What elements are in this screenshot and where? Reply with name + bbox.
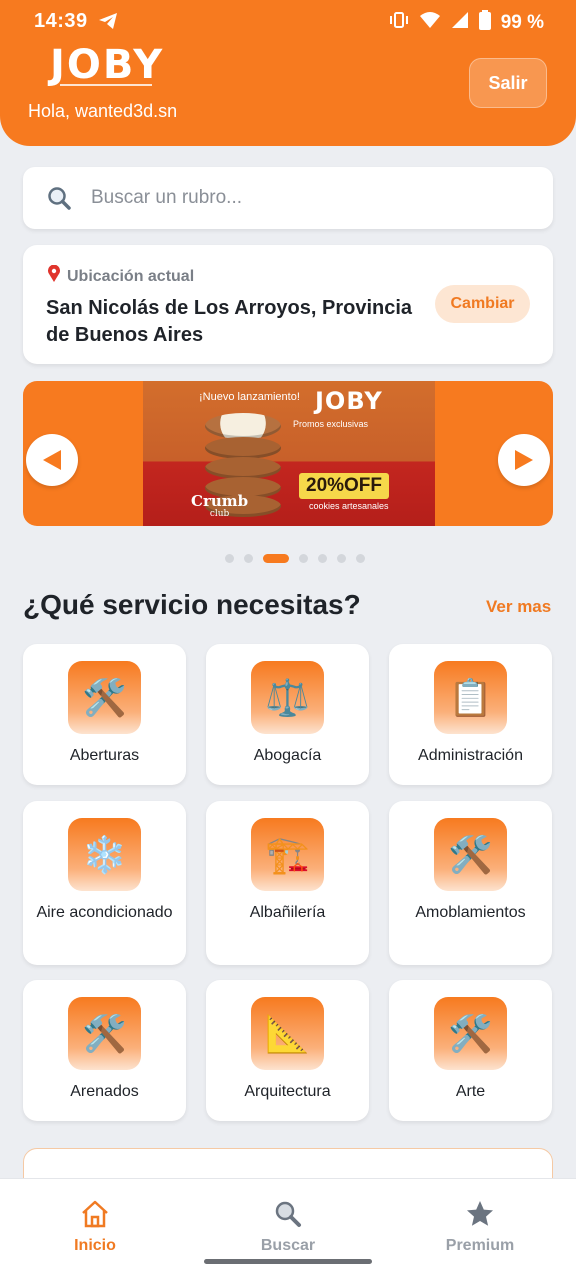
signal-icon [451,11,469,35]
carousel-dot[interactable] [244,554,253,563]
clipboard-icon: 📋 [434,661,507,734]
location-label-row: Ubicación actual [47,264,195,288]
carousel-prev-button[interactable] [26,434,78,486]
cookie-image [205,457,281,479]
service-label: Aberturas [69,747,140,764]
carousel-dot[interactable] [225,554,234,563]
carousel-dots [225,554,365,563]
scales-icon: ⚖️ [251,661,324,734]
carousel-dot[interactable] [263,554,289,563]
service-label: Albañilería [249,904,326,921]
triangle-ruler-icon: 📐 [251,997,324,1070]
search-input[interactable] [91,187,511,209]
battery-icon [478,10,491,36]
service-card[interactable]: 🏗️ Albañilería [206,801,369,965]
wifi-icon [419,11,441,35]
brand-logo: Crumb club [191,494,248,521]
promo-banner-image[interactable]: ¡Nuevo lanzamiento! JOBY Promos exclusiv… [143,381,435,526]
status-icons: 99 % [389,10,544,36]
banner-logo: JOBY [315,387,383,415]
service-card[interactable]: ⚖️ Abogacía [206,644,369,785]
nav-home-label: Inicio [74,1237,116,1254]
location-label: Ubicación actual [67,267,195,285]
service-label: Arenados [70,1083,139,1100]
status-bar: 14:39 99 % [0,10,576,36]
user-greeting: Hola, wanted3d.sn [28,101,178,121]
nav-premium[interactable]: Premium [410,1199,550,1255]
service-label: Aire acondicionado [36,904,173,921]
service-card[interactable]: 📋 Administración [389,644,552,785]
app-header: 14:39 99 % JOBY Hola, wanted3d.sn Salir [0,0,576,146]
search-bar[interactable] [23,167,553,229]
nav-premium-label: Premium [445,1237,515,1254]
logo-underline [60,84,152,86]
vibrate-icon [389,11,409,35]
carousel-next-button[interactable] [498,434,550,486]
service-label: Arte [455,1083,486,1100]
arrow-right-icon [515,450,533,470]
service-label: Arquitectura [244,1083,331,1100]
construction-crane-icon: 🏗️ [251,818,324,891]
service-card[interactable]: 🛠️ Arte [389,980,552,1121]
tools-icon: 🛠️ [434,997,507,1070]
tools-icon: 🛠️ [68,997,141,1070]
nav-search[interactable]: Buscar [218,1199,358,1255]
discount-badge: 20%OFF [299,473,390,499]
app-logo: JOBY [50,42,165,88]
star-icon [467,1201,493,1226]
telegram-icon [98,12,118,35]
status-time: 14:39 [34,10,88,32]
service-card[interactable]: 🛠️ Arenados [23,980,186,1121]
nav-search-label: Buscar [260,1237,316,1254]
location-card: Ubicación actual San Nicolás de Los Arro… [23,245,553,364]
section-title: ¿Qué servicio necesitas? [23,589,361,620]
carousel-dot[interactable] [318,554,327,563]
see-more-link[interactable]: Ver mas [486,597,551,617]
carousel-dot[interactable] [299,554,308,563]
service-card[interactable]: 🛠️ Amoblamientos [389,801,552,965]
service-card[interactable]: ❄️ Aire acondicionado [23,801,186,965]
promo-carousel[interactable]: ¡Nuevo lanzamiento! JOBY Promos exclusiv… [23,381,553,526]
service-label: Amoblamientos [415,904,526,921]
home-icon [82,1200,108,1228]
battery-level: 99 % [500,12,544,33]
change-location-button[interactable]: Cambiar [435,285,530,323]
service-label: Administración [418,747,523,764]
banner-product-text: cookies artesanales [309,501,389,511]
location-value: San Nicolás de Los Arroyos, Provincia de… [46,297,413,346]
service-label: Abogacía [253,747,322,764]
service-card[interactable]: 🛠️ Aberturas [23,644,186,785]
service-card[interactable]: 📐 Arquitectura [206,980,369,1121]
search-icon [45,184,73,212]
banner-launch-text: ¡Nuevo lanzamiento! [199,391,300,403]
arrow-left-icon [43,450,61,470]
banner-promo-text: Promos exclusivas [293,419,369,429]
cookie-image [205,413,281,439]
bottom-navigation: Inicio Buscar Premium [0,1178,576,1280]
tools-icon: 🛠️ [434,818,507,891]
tools-icon: 🛠️ [68,661,141,734]
pin-icon [47,264,61,288]
logout-button[interactable]: Salir [469,58,547,108]
snowflake-icon: ❄️ [68,818,141,891]
cookie-image [205,437,281,459]
search-icon [275,1201,301,1227]
carousel-dot[interactable] [356,554,365,563]
carousel-dot[interactable] [337,554,346,563]
nav-home[interactable]: Inicio [25,1199,165,1255]
home-indicator [204,1259,372,1264]
